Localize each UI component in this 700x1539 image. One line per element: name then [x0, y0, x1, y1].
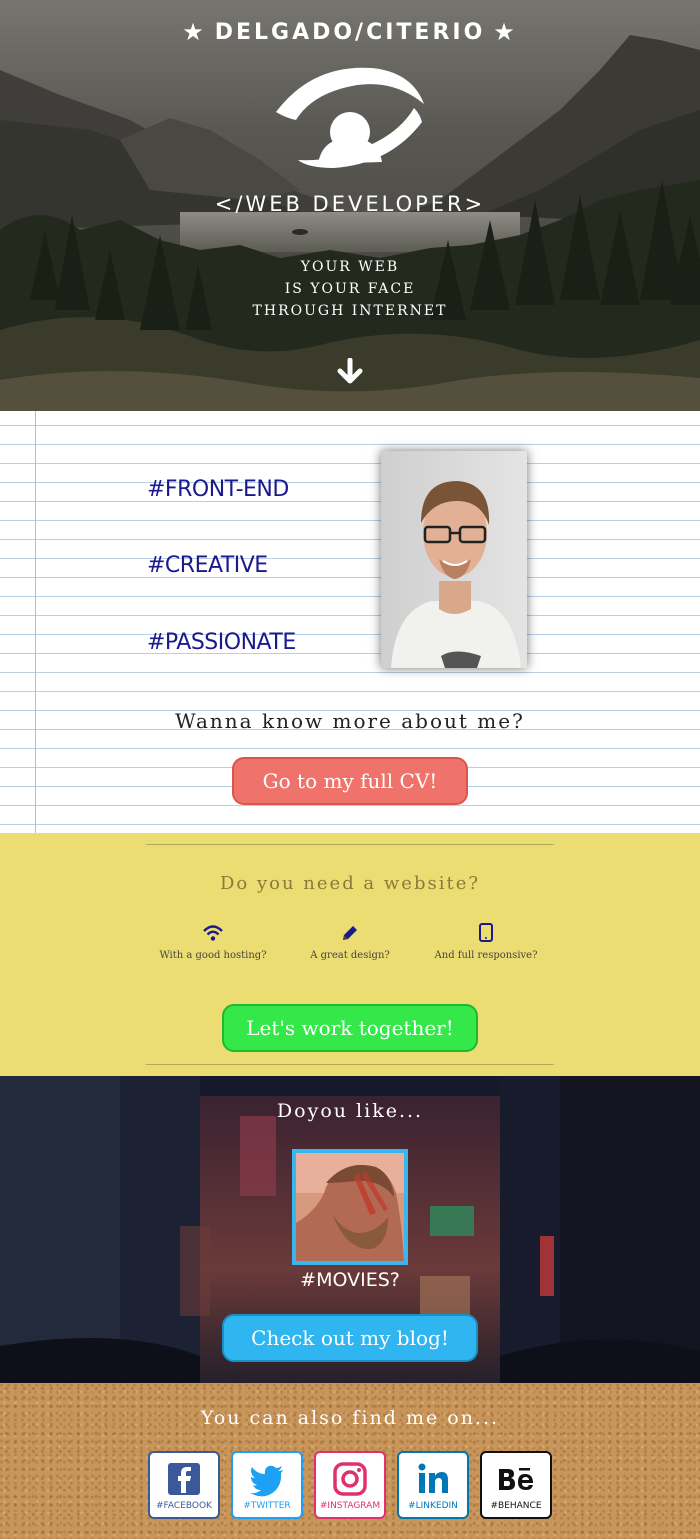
twitter-link[interactable]: #TWITTER: [231, 1451, 303, 1519]
notebook-margin-line: [35, 411, 36, 833]
brand-name: DELGADO/CITERIO: [214, 20, 486, 45]
site-brand[interactable]: ★ DELGADO/CITERIO ★: [0, 18, 700, 46]
facebook-label: #FACEBOOK: [156, 1501, 212, 1511]
social-heading: You can also find me on...: [200, 1407, 500, 1429]
divider: [146, 1064, 554, 1065]
instagram-icon: [333, 1462, 367, 1496]
behance-link[interactable]: #BEHANCE: [480, 1451, 552, 1519]
wifi-icon: [203, 925, 223, 941]
tagline-line: IS YOUR FACE: [284, 281, 416, 297]
pencil-icon: [343, 926, 357, 940]
star-icon: ★: [182, 18, 207, 46]
linkedin-label: #LINKEDIN: [408, 1501, 458, 1511]
role-title: </WEB DEVELOPER>: [214, 192, 486, 216]
instagram-link[interactable]: #INSTAGRAM: [314, 1451, 386, 1519]
hero-section: ★ DELGADO/CITERIO ★ </WEB DEVELOPER> YOUR …: [0, 0, 700, 411]
twitter-icon: [250, 1465, 283, 1497]
feature-design: A great design?: [280, 923, 420, 963]
blog-section: Doyou like... #MOVIES? Check out my blog…: [0, 1076, 700, 1383]
arrow-down-icon[interactable]: [336, 358, 364, 386]
skill-tag: #PASSIONATE: [147, 630, 296, 655]
facebook-icon: [168, 1463, 200, 1495]
tagline-line: YOUR WEB: [300, 259, 400, 275]
about-question: Wanna know more about me?: [175, 709, 525, 733]
facebook-link[interactable]: #FACEBOOK: [148, 1451, 220, 1519]
tagline: YOUR WEB IS YOUR FACE THROUGH INTERNET: [0, 256, 700, 322]
blog-heading: Doyou like...: [276, 1100, 424, 1122]
about-section: #FRONT-END #CREATIVE #PASSIONATE Wanna k…: [0, 411, 700, 833]
full-cv-button[interactable]: Go to my full CV!: [232, 757, 468, 805]
behance-label: #BEHANCE: [490, 1501, 542, 1511]
services-heading: Do you need a website?: [219, 873, 481, 894]
feature-hosting: With a good hosting?: [143, 923, 283, 963]
tablet-icon: [479, 923, 493, 942]
behance-icon: [499, 1468, 533, 1490]
feature-label: A great design?: [310, 950, 390, 961]
blog-topic: #MOVIES?: [300, 1269, 400, 1291]
instagram-label: #INSTAGRAM: [319, 1501, 381, 1511]
twitter-label: #TWITTER: [243, 1501, 291, 1511]
blog-button[interactable]: Check out my blog!: [222, 1314, 478, 1362]
feature-label: With a good hosting?: [159, 950, 267, 961]
feature-label: And full responsive?: [434, 950, 538, 961]
work-together-button[interactable]: Let's work together!: [222, 1004, 478, 1052]
skill-tag: #FRONT-END: [147, 477, 289, 502]
social-section: You can also find me on... #FACEBOOK #TW…: [0, 1383, 700, 1539]
eye-logo-icon: [276, 67, 424, 168]
linkedin-icon: [418, 1463, 448, 1493]
profile-photo: [381, 451, 527, 668]
divider: [146, 844, 554, 845]
tagline-line: THROUGH INTERNET: [252, 303, 448, 319]
feature-responsive: And full responsive?: [416, 923, 556, 963]
star-icon: ★: [493, 18, 518, 46]
skill-tag: #CREATIVE: [147, 553, 268, 578]
movies-thumbnail[interactable]: [292, 1149, 408, 1265]
services-section: Do you need a website? With a good hosti…: [0, 833, 700, 1076]
linkedin-link[interactable]: #LINKEDIN: [397, 1451, 469, 1519]
